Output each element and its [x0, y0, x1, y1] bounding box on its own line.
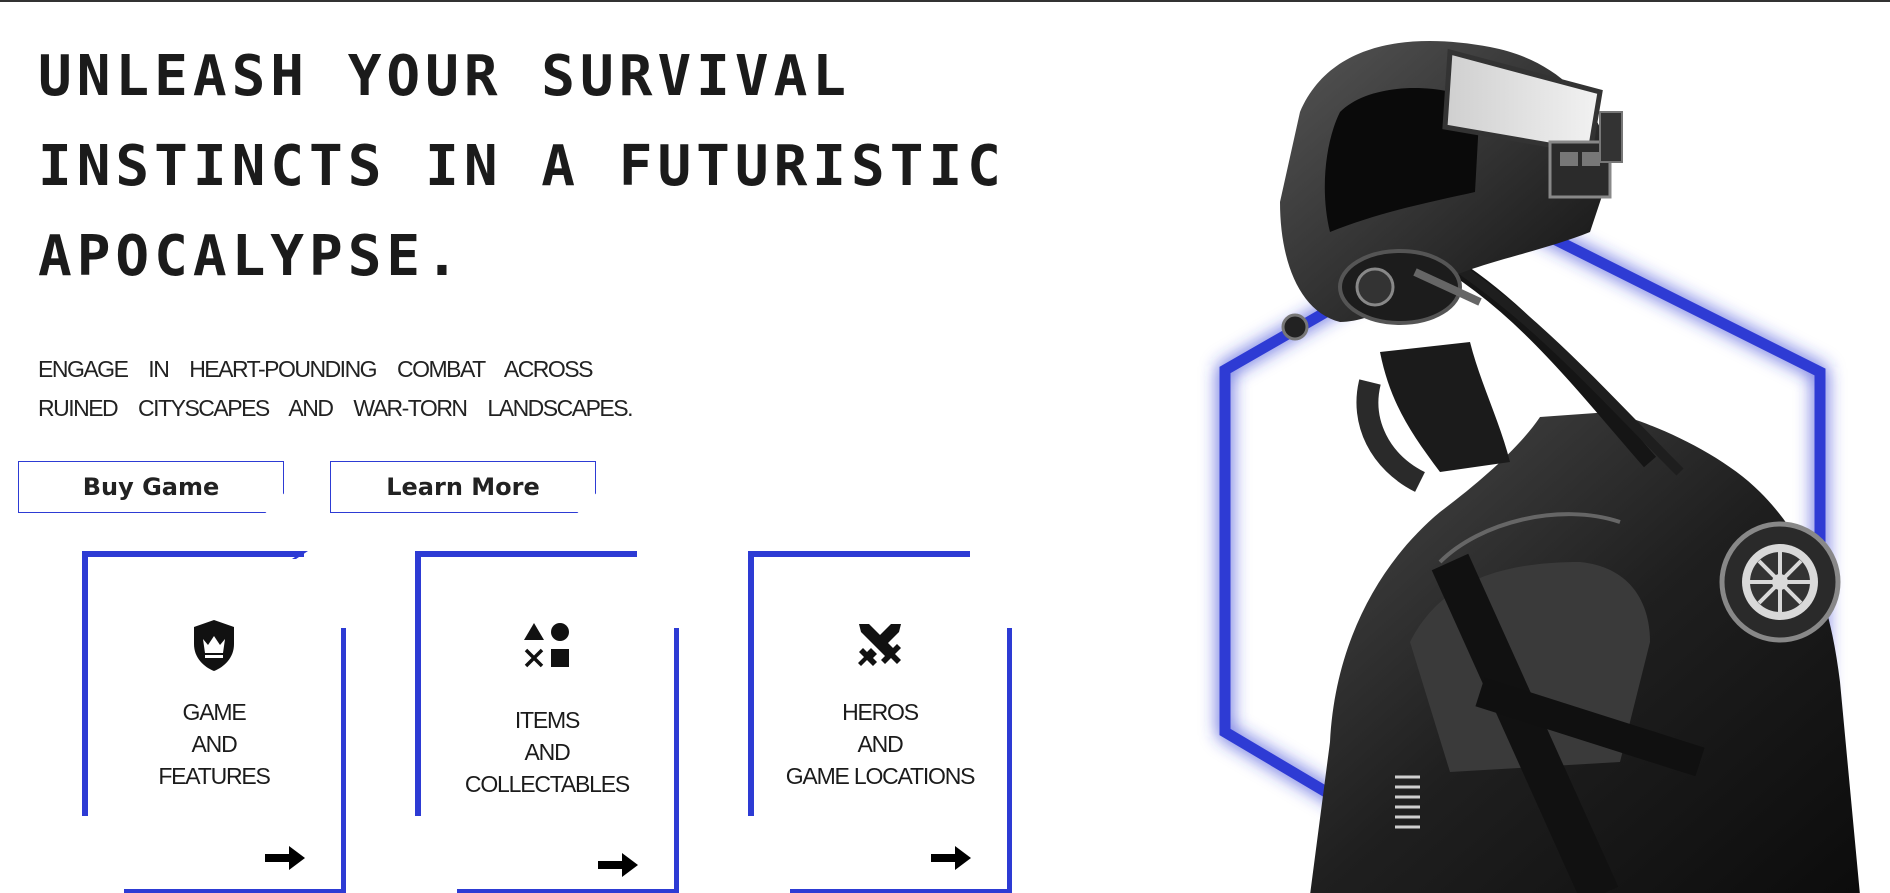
card-label: Items and Collectables: [464, 707, 630, 797]
shield-crown-icon: [186, 617, 242, 673]
arrow-right-icon[interactable]: [265, 844, 307, 872]
feature-card-game-features[interactable]: Game and Features: [82, 551, 346, 893]
crossed-swords-icon: [852, 617, 908, 673]
hero-title-line: Unleash your survival: [38, 44, 852, 109]
hero-subtitle-line: Engage in heart-pounding combat across: [38, 356, 593, 382]
hero-title-line: apocalypse.: [38, 224, 464, 289]
shapes-icon: [519, 617, 575, 673]
arrow-right-icon[interactable]: [598, 851, 640, 879]
learn-more-button[interactable]: Learn More: [330, 461, 596, 513]
feature-card-items-collectables[interactable]: Items and Collectables: [415, 551, 679, 893]
hero-title-line: instincts in a futuristic: [38, 134, 1006, 199]
hero-subtitle-line: ruined cityscapes and war-torn landscape…: [38, 395, 634, 421]
feature-card-heros-locations[interactable]: Heros and Game Locations: [748, 551, 1012, 893]
buy-game-button[interactable]: Buy Game: [18, 461, 284, 513]
hero-image: [1219, 40, 1860, 893]
card-label: Heros and Game Locations: [785, 699, 976, 789]
hero-subtitle: Engage in heart-pounding combat across r…: [38, 350, 638, 428]
hero-title: Unleash your survival instincts in a fut…: [38, 32, 1038, 302]
card-label: Game and Features: [158, 699, 271, 789]
arrow-right-icon[interactable]: [931, 844, 973, 872]
